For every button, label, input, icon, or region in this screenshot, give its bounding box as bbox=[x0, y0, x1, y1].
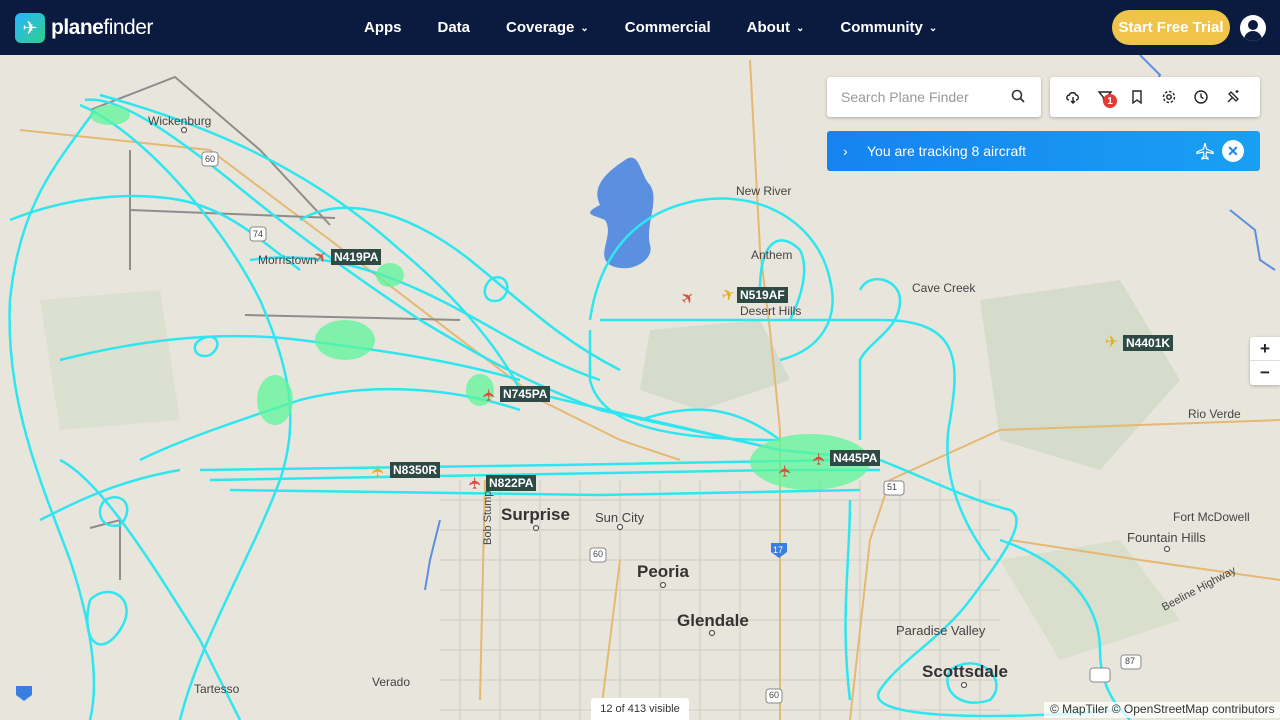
highway-label: 60 bbox=[593, 549, 604, 559]
brand-name: planefinder bbox=[51, 16, 153, 39]
place-verado: Verado bbox=[372, 675, 411, 689]
history-icon[interactable] bbox=[1192, 88, 1210, 106]
plane-logo-icon: ✈ bbox=[15, 13, 45, 43]
place-paradise-valley: Paradise Valley bbox=[896, 623, 986, 638]
place-scottsdale: Scottsdale bbox=[922, 662, 1008, 681]
place-fountain-hills: Fountain Hills bbox=[1127, 530, 1206, 545]
nav-apps[interactable]: Apps bbox=[364, 19, 402, 36]
user-account-icon[interactable] bbox=[1240, 15, 1266, 41]
map-attribution[interactable]: © MapTiler © OpenStreetMap contributors bbox=[1044, 702, 1280, 718]
aircraft-icon[interactable]: ✈ bbox=[482, 388, 499, 401]
highway-label: 87 bbox=[1125, 656, 1136, 666]
aircraft-icon[interactable]: ✈ bbox=[1105, 335, 1118, 351]
place-desert-hills: Desert Hills bbox=[740, 304, 802, 318]
map-toolbar: 1 bbox=[1050, 77, 1260, 117]
zoom-in-button[interactable]: + bbox=[1250, 337, 1280, 361]
place-tartesso: Tartesso bbox=[194, 682, 240, 696]
place-rio-verde: Rio Verde bbox=[1188, 407, 1241, 421]
aircraft-label-n445pa[interactable]: N445PA bbox=[830, 450, 881, 466]
nav-community[interactable]: Community ⌄ bbox=[840, 19, 937, 36]
weather-icon[interactable] bbox=[1064, 88, 1082, 106]
aircraft-icon[interactable]: ✈ bbox=[468, 476, 485, 489]
zoom-out-button[interactable]: − bbox=[1250, 361, 1280, 385]
aircraft-icon[interactable]: ✈ bbox=[812, 452, 829, 465]
start-free-trial-button[interactable]: Start Free Trial bbox=[1112, 10, 1230, 45]
chevron-down-icon: ⌄ bbox=[795, 23, 805, 34]
place-morristown: Morristown bbox=[258, 253, 317, 267]
place-glendale: Glendale bbox=[677, 611, 749, 630]
aircraft-label-n745pa[interactable]: N745PA bbox=[500, 386, 551, 402]
visible-aircraft-count: 12 of 413 visible bbox=[591, 698, 689, 720]
place-new-river: New River bbox=[736, 184, 792, 198]
main-nav: Apps Data Coverage ⌄ Commercial About ⌄ Co… bbox=[364, 0, 973, 55]
place-surprise: Surprise bbox=[501, 505, 570, 524]
place-sun-city: Sun City bbox=[595, 510, 645, 525]
filter-count-badge: 1 bbox=[1103, 94, 1117, 108]
place-anthem: Anthem bbox=[751, 248, 793, 262]
highway-label: 60 bbox=[205, 154, 216, 164]
nav-coverage[interactable]: Coverage ⌄ bbox=[506, 19, 589, 36]
place-cave-creek: Cave Creek bbox=[912, 281, 976, 295]
chevron-down-icon: ⌄ bbox=[580, 23, 589, 34]
zoom-control: + − bbox=[1250, 337, 1280, 385]
chevron-right-icon[interactable]: › bbox=[843, 143, 857, 159]
top-navbar: ✈ planefinder Apps Data Coverage ⌄ Commer… bbox=[0, 0, 1280, 55]
place-peoria: Peoria bbox=[637, 562, 689, 581]
aircraft-label-n419pa[interactable]: N419PA bbox=[331, 249, 382, 265]
chevron-down-icon: ⌄ bbox=[928, 23, 938, 34]
highway-label: 74 bbox=[253, 229, 264, 239]
planefinder-logo[interactable]: ✈ planefinder bbox=[15, 13, 153, 43]
aircraft-icon[interactable]: ✈ bbox=[371, 464, 388, 477]
tracking-count-text: You are tracking 8 aircraft bbox=[867, 143, 1027, 159]
nav-about[interactable]: About ⌄ bbox=[747, 19, 805, 36]
settings-icon[interactable] bbox=[1160, 88, 1178, 106]
aircraft-icon[interactable]: ✈ bbox=[778, 464, 795, 477]
search-input[interactable] bbox=[841, 89, 1001, 105]
highway-label: 51 bbox=[887, 482, 898, 492]
nav-data[interactable]: Data bbox=[438, 19, 471, 36]
filter-icon[interactable]: 1 bbox=[1096, 88, 1117, 108]
nav-commercial[interactable]: Commercial bbox=[625, 19, 711, 36]
aircraft-label-n519af[interactable]: N519AF bbox=[737, 287, 788, 303]
place-fort-mcdowell: Fort McDowell bbox=[1173, 510, 1250, 524]
tracking-banner[interactable]: › You are tracking 8 aircraft ✕ bbox=[827, 131, 1260, 171]
search-icon[interactable] bbox=[1011, 89, 1025, 103]
aircraft-label-n822pa[interactable]: N822PA bbox=[486, 475, 537, 491]
highway-label: 60 bbox=[769, 690, 780, 700]
search-bar bbox=[827, 77, 1041, 117]
aircraft-label-n4401k[interactable]: N4401K bbox=[1123, 335, 1174, 351]
place-bob-stump: Bob Stump bbox=[482, 490, 494, 545]
plane-icon bbox=[1196, 142, 1214, 160]
aircraft-label-n8350r[interactable]: N8350R bbox=[390, 462, 441, 478]
place-wickenburg: Wickenburg bbox=[148, 114, 212, 128]
highway-label: 17 bbox=[773, 545, 784, 555]
bookmark-icon[interactable] bbox=[1128, 88, 1146, 106]
close-tracking-button[interactable]: ✕ bbox=[1222, 140, 1244, 162]
playback-icon[interactable] bbox=[1224, 88, 1242, 106]
